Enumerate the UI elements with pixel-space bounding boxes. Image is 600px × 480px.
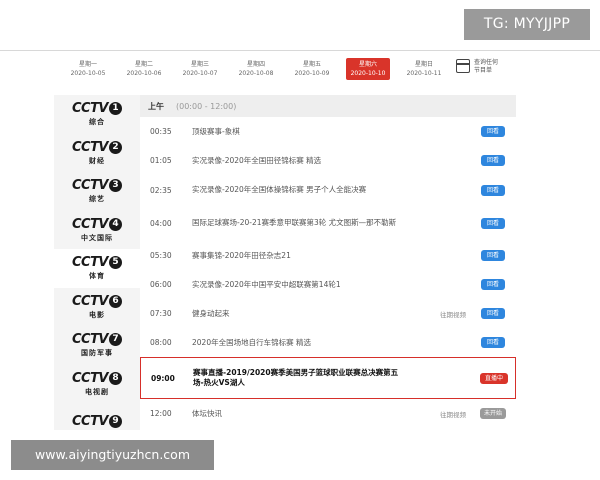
cctv-logo: CCTV 8 bbox=[72, 371, 122, 386]
channel-item-cctv9[interactable]: CCTV 9 bbox=[54, 403, 140, 430]
program-time: 01:05 bbox=[150, 156, 172, 165]
weekday-label: 星期日 bbox=[414, 61, 433, 68]
program-row: 12:00 体坛快讯 往期视频 未开始 bbox=[140, 399, 516, 428]
replay-button[interactable]: 回看 bbox=[481, 279, 505, 290]
weekday-label: 星期二 bbox=[134, 61, 153, 68]
replay-button[interactable]: 回看 bbox=[481, 337, 505, 348]
date-tab-7[interactable]: 星期日 2020-10-11 bbox=[396, 58, 452, 80]
date-tab-6-active[interactable]: 星期六 2020-10-10 bbox=[346, 58, 390, 80]
date-label: 2020-10-05 bbox=[70, 70, 106, 77]
cctv-logo: CCTV 4 bbox=[72, 217, 122, 232]
cctv-logo: CCTV 9 bbox=[72, 414, 122, 429]
program-title: 实况录像-2020年全国体操锦标赛 男子个人全能决赛 bbox=[192, 185, 367, 194]
channel-name: 电影 bbox=[89, 310, 105, 319]
channel-name: 体育 bbox=[89, 272, 105, 281]
channel-item-cctv3[interactable]: CCTV 3 综艺 bbox=[54, 172, 140, 211]
channel-name: 中文国际 bbox=[81, 233, 113, 242]
date-tab-5[interactable]: 星期五 2020-10-09 bbox=[284, 58, 340, 80]
program-title: 赛事集锦-2020年田径杂志21 bbox=[192, 250, 291, 260]
program-title: 健身动起来 bbox=[192, 308, 230, 318]
program-row: 00:35 顶级赛事-象棋 回看 bbox=[140, 117, 516, 146]
program-title: 2020年全国场地自行车锦标赛 精选 bbox=[192, 337, 311, 347]
calendar-icon bbox=[456, 59, 470, 73]
calendar-label: 查询任何 节目单 bbox=[474, 59, 499, 74]
watermark-bottom: www.aiyingtiyuzhcn.com bbox=[11, 440, 214, 470]
weekday-label: 星期四 bbox=[246, 61, 265, 68]
program-time: 05:30 bbox=[150, 251, 172, 260]
program-row-live: 09:00 赛事直播-2019/2020赛季美国男子篮球职业联赛总决赛第五场-热… bbox=[140, 357, 516, 399]
program-title: 赛事直播-2019/2020赛季美国男子篮球职业联赛总决赛第五场-热火VS湖人 bbox=[193, 368, 399, 387]
replay-button[interactable]: 回看 bbox=[481, 217, 505, 229]
date-tab-2[interactable]: 星期二 2020-10-06 bbox=[116, 58, 172, 80]
date-label: 2020-10-06 bbox=[126, 70, 162, 77]
channel-list: CCTV 1 综合 CCTV 2 财经 CCTV 3 综艺 CCTV 4 中文国际 CCTV 5 体… bbox=[54, 95, 140, 430]
program-row: 08:00 2020年全国场地自行车锦标赛 精选 回看 bbox=[140, 328, 516, 357]
cctv-logo: CCTV 3 bbox=[72, 178, 122, 193]
channel-item-cctv2[interactable]: CCTV 2 财经 bbox=[54, 134, 140, 173]
channel-name: 综艺 bbox=[89, 195, 105, 204]
divider bbox=[0, 50, 600, 51]
replay-button[interactable]: 回看 bbox=[481, 126, 505, 137]
program-row: 06:00 实况录像-2020年中国平安中超联赛第14轮1 回看 bbox=[140, 270, 516, 299]
channel-item-cctv6[interactable]: CCTV 6 电影 bbox=[54, 288, 140, 327]
date-label: 2020-10-08 bbox=[238, 70, 274, 77]
date-label: 2020-10-09 bbox=[294, 70, 330, 77]
program-title: 体坛快讯 bbox=[192, 408, 222, 418]
channel-name: 综合 bbox=[89, 118, 105, 127]
date-label: 2020-10-11 bbox=[406, 70, 442, 77]
past-videos-link[interactable]: 往期视频 bbox=[440, 409, 466, 419]
weekday-label: 星期一 bbox=[78, 61, 97, 68]
program-time: 00:35 bbox=[150, 127, 172, 136]
watermark-top: TG: MYYJJPP bbox=[464, 9, 590, 40]
cctv-logo: CCTV 7 bbox=[72, 332, 122, 347]
program-row: 04:00 国际足球赛场-20-21赛季意甲联赛第3轮 尤文图斯—那不勒斯 回看 bbox=[140, 205, 516, 241]
program-title: 实况录像-2020年全国田径锦标赛 精选 bbox=[192, 155, 322, 165]
replay-button[interactable]: 回看 bbox=[481, 308, 505, 319]
replay-button[interactable]: 回看 bbox=[481, 184, 505, 196]
program-time: 04:00 bbox=[150, 218, 172, 228]
weekday-label: 星期六 bbox=[358, 61, 377, 68]
date-tab-3[interactable]: 星期三 2020-10-07 bbox=[172, 58, 228, 80]
program-row: 05:30 赛事集锦-2020年田径杂志21 回看 bbox=[140, 241, 516, 270]
channel-name: 国防军事 bbox=[81, 349, 113, 358]
program-time: 09:00 bbox=[151, 373, 175, 383]
cctv-logo: CCTV 5 bbox=[72, 255, 122, 270]
program-row: 07:30 健身动起来 往期视频 回看 bbox=[140, 299, 516, 328]
replay-button[interactable]: 回看 bbox=[481, 155, 505, 166]
period-header: 上午 (00:00 - 12:00) bbox=[140, 95, 516, 117]
program-time: 08:00 bbox=[150, 338, 172, 347]
channel-name: 财经 bbox=[89, 156, 105, 165]
program-time: 02:35 bbox=[150, 185, 172, 195]
date-bar: 星期一 2020-10-05 星期二 2020-10-06 星期三 2020-10-0… bbox=[60, 58, 508, 80]
cctv-logo: CCTV 6 bbox=[72, 294, 122, 309]
channel-item-cctv7[interactable]: CCTV 7 国防军事 bbox=[54, 326, 140, 365]
not-started-button[interactable]: 未开始 bbox=[480, 408, 506, 419]
replay-button[interactable]: 回看 bbox=[481, 250, 505, 261]
program-title: 国际足球赛场-20-21赛季意甲联赛第3轮 尤文图斯—那不勒斯 bbox=[192, 218, 397, 227]
program-time: 12:00 bbox=[150, 409, 172, 418]
program-title: 实况录像-2020年中国平安中超联赛第14轮1 bbox=[192, 279, 341, 289]
program-row: 02:35 实况录像-2020年全国体操锦标赛 男子个人全能决赛 回看 bbox=[140, 175, 516, 205]
live-button[interactable]: 直播中 bbox=[480, 372, 508, 384]
date-tab-1[interactable]: 星期一 2020-10-05 bbox=[60, 58, 116, 80]
program-time: 06:00 bbox=[150, 280, 172, 289]
weekday-label: 星期五 bbox=[302, 61, 321, 68]
date-label: 2020-10-10 bbox=[350, 70, 386, 77]
date-label: 2020-10-07 bbox=[182, 70, 218, 77]
channel-item-cctv8[interactable]: CCTV 8 电视剧 bbox=[54, 365, 140, 404]
channel-item-cctv4[interactable]: CCTV 4 中文国际 bbox=[54, 211, 140, 250]
channel-item-cctv1[interactable]: CCTV 1 综合 bbox=[54, 95, 140, 134]
cctv-logo: CCTV 1 bbox=[72, 101, 122, 116]
date-tab-4[interactable]: 星期四 2020-10-08 bbox=[228, 58, 284, 80]
program-schedule: 上午 (00:00 - 12:00) 00:35 顶级赛事-象棋 回看 01:05… bbox=[140, 95, 516, 428]
channel-name: 电视剧 bbox=[85, 387, 109, 396]
weekday-label: 星期三 bbox=[190, 61, 209, 68]
calendar-query[interactable]: 查询任何 节目单 bbox=[456, 59, 516, 81]
program-row: 01:05 实况录像-2020年全国田径锦标赛 精选 回看 bbox=[140, 146, 516, 175]
past-videos-link[interactable]: 往期视频 bbox=[440, 309, 466, 319]
program-time: 07:30 bbox=[150, 309, 172, 318]
cctv-logo: CCTV 2 bbox=[72, 140, 122, 155]
program-title: 顶级赛事-象棋 bbox=[192, 126, 240, 136]
channel-item-cctv5-active[interactable]: CCTV 5 体育 bbox=[54, 249, 140, 288]
